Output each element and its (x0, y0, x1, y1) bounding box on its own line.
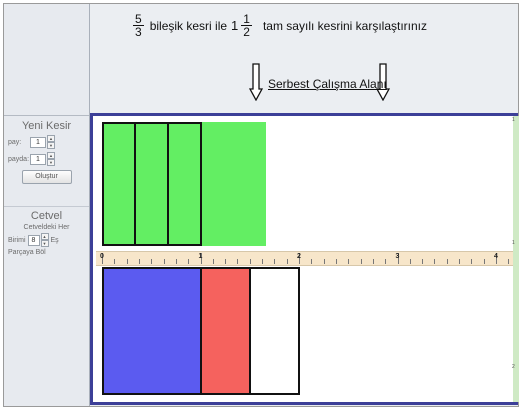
ruler-minor-tick (483, 259, 485, 264)
right-strip-label: 1 (512, 117, 515, 123)
ruler-minor-tick (114, 259, 116, 264)
ruler-tick-label: 3 (395, 253, 400, 260)
ruler-division-arrows[interactable]: ▲ ▼ (40, 233, 49, 247)
ruler-division-input[interactable] (27, 234, 40, 246)
decrement-arrow-icon[interactable]: ▼ (47, 142, 55, 149)
improper-fraction: 5 3 (133, 13, 144, 38)
mixed-fraction: 1 2 (241, 13, 252, 38)
ruler-minor-tick (422, 259, 424, 264)
mixed-number: 1 1 2 (231, 13, 255, 38)
payda-stepper[interactable]: ▲ ▼ (30, 152, 55, 166)
ruler-minor-tick (508, 259, 510, 264)
ruler-text-3: Parçaya Böl (8, 249, 46, 256)
ruler-minor-tick (237, 259, 239, 264)
ruler-panel: Cetvel Cetveldeki Her Birimi ▲ ▼ Eş Parç… (4, 206, 89, 386)
mixed-whole: 1 (231, 18, 239, 33)
ruler-tick-label: 0 (100, 253, 104, 260)
ruler-minor-tick (126, 259, 128, 264)
payda-label: payda: (8, 155, 30, 163)
ruler-minor-tick (188, 259, 190, 264)
pay-input[interactable] (30, 136, 46, 148)
ruler-minor-tick (212, 259, 214, 264)
increment-arrow-icon[interactable]: ▲ (40, 233, 49, 240)
ruler-minor-tick (225, 259, 227, 264)
ruler-minor-tick (163, 259, 165, 264)
fraction-piece-whole[interactable] (102, 267, 202, 395)
ruler-minor-tick (249, 259, 251, 264)
new-fraction-title: Yeni Kesir (21, 120, 72, 132)
ruler-minor-tick (335, 259, 337, 264)
ruler-minor-tick (323, 259, 325, 264)
increment-arrow-icon[interactable]: ▲ (47, 135, 55, 142)
ruler-tick-label: 1 (198, 253, 203, 260)
ruler[interactable] (96, 251, 513, 266)
ruler-minor-tick (409, 259, 411, 264)
new-fraction-panel: Yeni Kesir pay: ▲ ▼ payda: ▲ ▼ Oluştur (4, 116, 89, 207)
question-text-part2: tam sayılı kesrini karşılaştırınız (262, 18, 428, 33)
down-arrow-icon (249, 63, 263, 101)
ruler-minor-tick (286, 259, 288, 264)
ruler-minor-tick (446, 259, 448, 264)
ruler-text-2b: Eş (50, 236, 59, 244)
right-scroll-strip[interactable] (513, 116, 519, 402)
decrement-arrow-icon[interactable]: ▼ (47, 159, 55, 166)
payda-input[interactable] (30, 153, 46, 165)
fraction-piece-third[interactable] (167, 122, 202, 246)
ruler-division-row: Birimi ▲ ▼ Eş (8, 233, 89, 247)
fraction-piece-half[interactable] (200, 267, 251, 395)
ruler-minor-tick (175, 259, 177, 264)
fraction-piece-third[interactable] (102, 122, 136, 246)
question-text-part1: bileşik kesri ile (149, 18, 228, 33)
sidebar-top-spacer (4, 4, 89, 116)
right-strip-label: 1 (512, 240, 515, 246)
ruler-division-stepper[interactable]: ▲ ▼ (27, 233, 49, 247)
payda-stepper-arrows[interactable]: ▲ ▼ (47, 152, 55, 166)
ruler-tick-label: 4 (494, 253, 498, 260)
pay-stepper-arrows[interactable]: ▲ ▼ (47, 135, 55, 149)
ruler-minor-tick (360, 259, 362, 264)
ruler-tick-label: 2 (297, 253, 301, 260)
create-button[interactable]: Oluştur (21, 170, 72, 184)
payda-row: payda: ▲ ▼ (8, 152, 89, 166)
question-text: 5 3 bileşik kesri ile 1 1 2 tam sayılı k… (130, 13, 427, 38)
fraction-denominator: 2 (243, 25, 250, 39)
ruler-minor-tick (348, 259, 350, 264)
ruler-minor-tick (385, 259, 387, 264)
decrement-arrow-icon[interactable]: ▼ (40, 240, 49, 247)
increment-arrow-icon[interactable]: ▲ (47, 152, 55, 159)
ruler-minor-tick (459, 259, 461, 264)
fraction-denominator: 3 (135, 25, 142, 39)
right-strip-label: 2 (512, 364, 515, 370)
ruler-minor-tick (138, 259, 140, 264)
ruler-minor-tick (471, 259, 473, 264)
ruler-minor-tick (274, 259, 276, 264)
ruler-text-1: Cetveldeki Her (23, 224, 70, 231)
ruler-minor-tick (262, 259, 264, 264)
ruler-text-2a: Birimi (8, 236, 26, 244)
fraction-piece-third[interactable] (134, 122, 169, 246)
work-area-label: Serbest Çalışma Alanı (268, 77, 387, 91)
ruler-minor-tick (151, 259, 153, 264)
ruler-minor-tick (434, 259, 436, 264)
pay-stepper[interactable]: ▲ ▼ (30, 135, 55, 149)
pay-row: pay: ▲ ▼ (8, 135, 89, 149)
fraction-piece-half[interactable] (249, 267, 300, 395)
ruler-minor-tick (372, 259, 374, 264)
ruler-title: Cetvel (30, 210, 63, 222)
ruler-minor-tick (311, 259, 313, 264)
pay-label: pay: (8, 138, 22, 146)
